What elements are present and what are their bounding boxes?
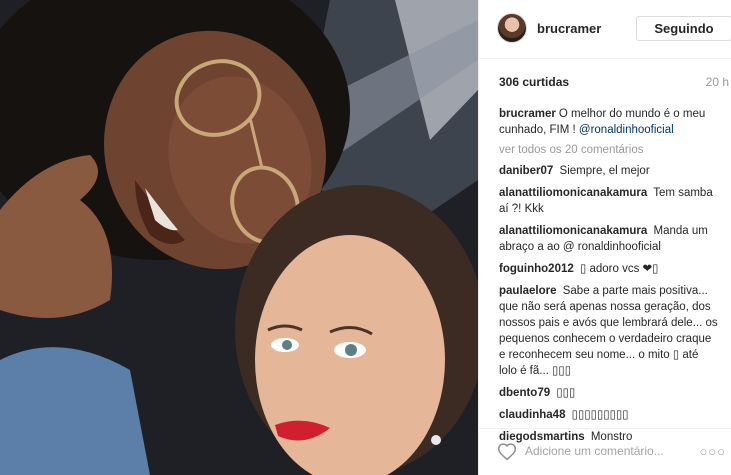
comment-item: paulaelore Sabe a parte mais positiva...… (499, 283, 719, 379)
comment-username[interactable]: dbento79 (499, 387, 550, 399)
comment-text: Sabe a parte mais positiva... que não se… (499, 285, 718, 377)
comment-bar: Adicione um comentário... ○○○ (479, 428, 731, 475)
post-username[interactable]: brucramer (537, 21, 601, 36)
selfie-illustration (0, 0, 478, 475)
following-button[interactable]: Seguindo (636, 16, 731, 41)
add-comment-input[interactable]: Adicione um comentário... (525, 444, 664, 458)
comment-username[interactable]: alanattiliomonicanakamura (499, 225, 647, 237)
comment-username[interactable]: foguinho2012 (499, 263, 574, 275)
post-photo[interactable] (0, 0, 478, 475)
post-details-panel: brucramer Seguindo 306 curtidas 20 h bru… (478, 0, 731, 475)
avatar[interactable] (497, 13, 527, 43)
comment-item: claudinha48 ▯▯▯▯▯▯▯▯▯ (499, 407, 719, 423)
post-header: brucramer Seguindo (479, 0, 731, 59)
comment-item: alanattiliomonicanakamura Manda um abraç… (499, 223, 719, 255)
caption-username[interactable]: brucramer (499, 108, 556, 120)
comment-text: Siempre, el mejor (559, 165, 650, 177)
post-time[interactable]: 20 h (706, 75, 729, 89)
comment-item: alanattiliomonicanakamura Tem samba aí ?… (499, 185, 719, 217)
caption-mention[interactable]: @ronaldinhooficial (579, 124, 674, 136)
comment-username[interactable]: alanattiliomonicanakamura (499, 187, 647, 199)
more-options-icon[interactable]: ○○○ (699, 444, 726, 459)
comment-item: daniber07 Siempre, el mejor (499, 163, 719, 179)
comment-item: dbento79 ▯▯▯ (499, 385, 719, 401)
comment-text: ▯ adoro vcs ❤▯ (579, 263, 659, 275)
comment-username[interactable]: claudinha48 (499, 409, 565, 421)
comment-text: ▯▯▯ (556, 387, 576, 399)
likes-count[interactable]: 306 curtidas (499, 75, 569, 89)
caption: brucramer O melhor do mundo é o meu cunha… (499, 106, 719, 138)
comment-username[interactable]: paulaelore (499, 285, 557, 297)
view-all-comments-link[interactable]: ver todos os 20 comentários (499, 142, 719, 158)
comment-username[interactable]: daniber07 (499, 165, 553, 177)
post-meta: 306 curtidas 20 h (499, 75, 729, 91)
comments-list: brucramer O melhor do mundo é o meu cunha… (499, 106, 719, 451)
heart-icon[interactable] (497, 442, 517, 462)
comment-text: ▯▯▯▯▯▯▯▯▯ (571, 409, 629, 421)
comment-item: foguinho2012 ▯ adoro vcs ❤▯ (499, 261, 719, 277)
